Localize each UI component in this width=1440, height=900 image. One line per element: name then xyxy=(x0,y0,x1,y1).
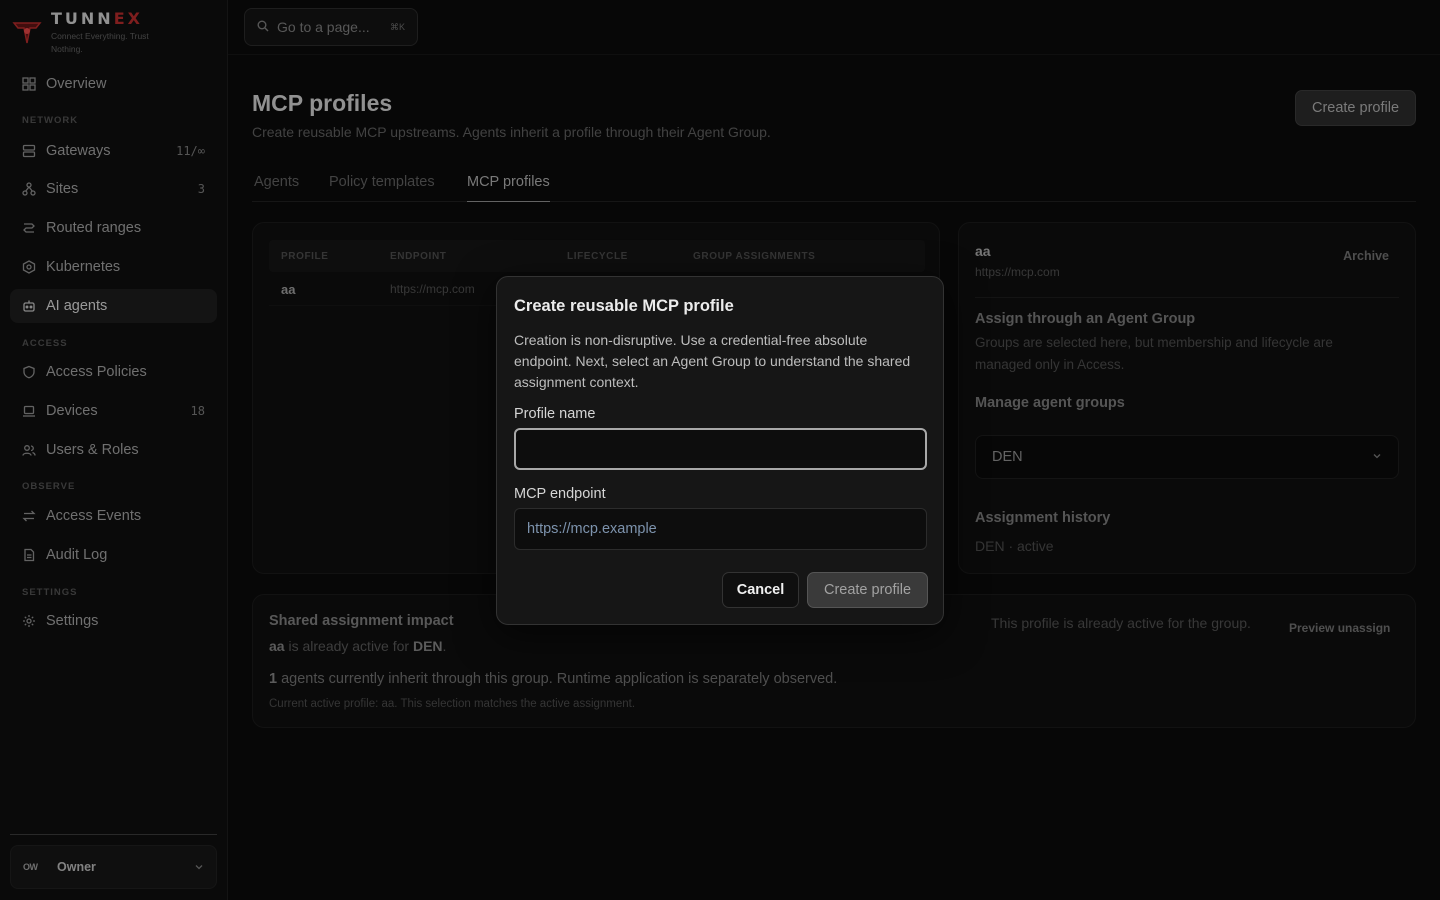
create-profile-submit-button[interactable]: Create profile xyxy=(807,572,928,608)
profile-name-label: Profile name xyxy=(514,406,596,422)
cancel-button[interactable]: Cancel xyxy=(722,572,799,608)
dialog-title: Create reusable MCP profile xyxy=(514,297,734,315)
profile-name-input[interactable] xyxy=(514,428,927,470)
mcp-endpoint-input[interactable] xyxy=(514,508,927,550)
create-profile-dialog: Create reusable MCP profile Creation is … xyxy=(496,276,944,625)
mcp-endpoint-label: MCP endpoint xyxy=(514,486,606,502)
dialog-description: Creation is non-disruptive. Use a creden… xyxy=(514,332,911,390)
